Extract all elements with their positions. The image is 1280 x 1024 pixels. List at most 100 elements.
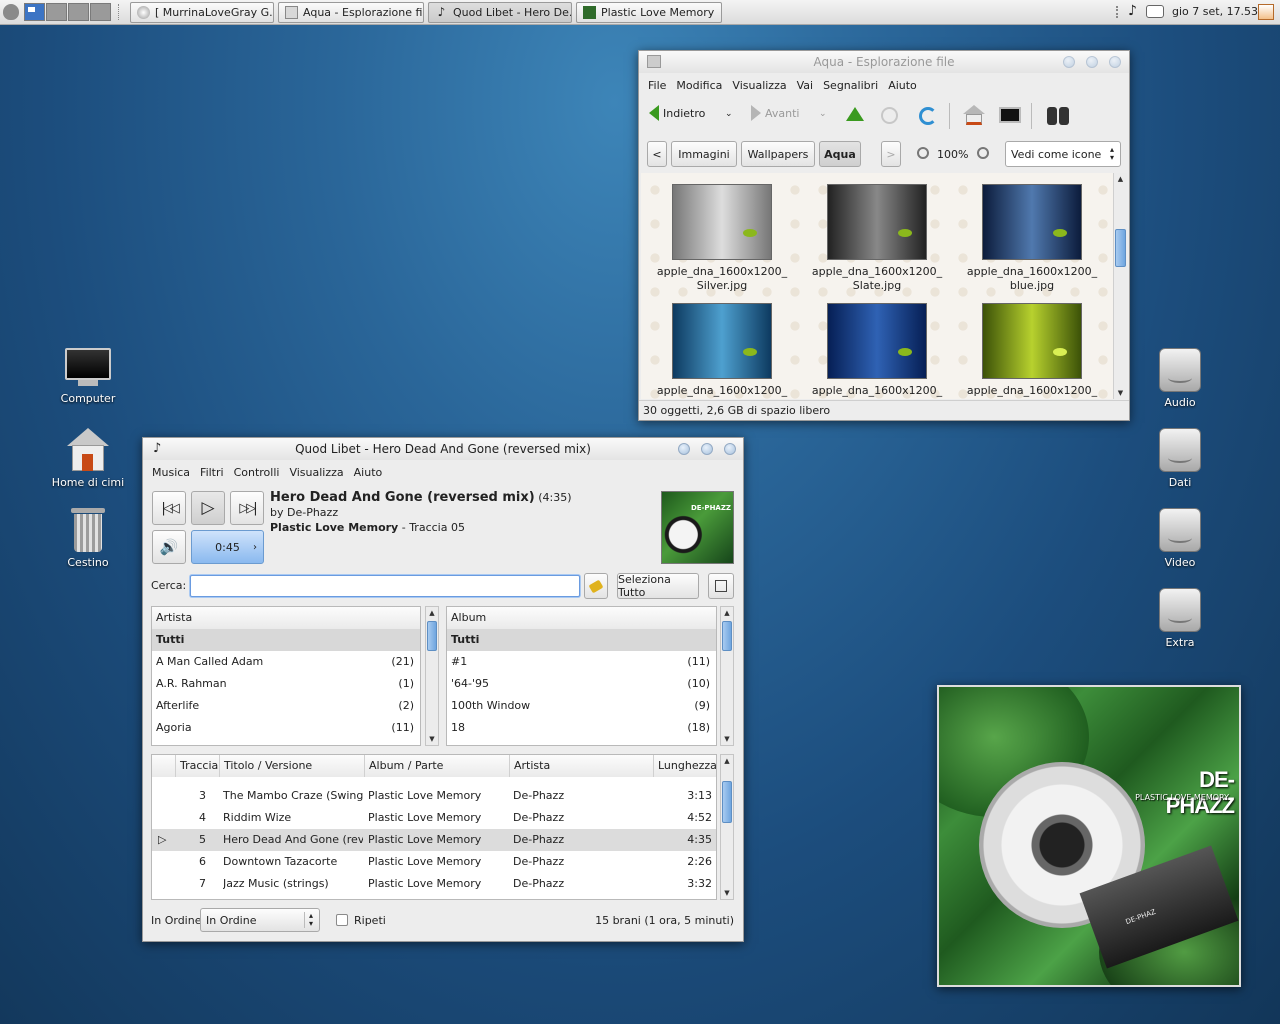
search-input[interactable] (190, 575, 580, 597)
forward-button[interactable]: Avanti (751, 105, 799, 121)
minimize-button[interactable] (1063, 56, 1075, 68)
artist-row[interactable]: Tutti (152, 629, 420, 651)
computer-icon[interactable] (999, 107, 1021, 123)
next-button[interactable]: ▷▷| (230, 491, 264, 525)
maximize-button[interactable] (701, 443, 713, 455)
artist-column-header[interactable]: Artista (152, 607, 420, 629)
browser-layout-button[interactable] (708, 573, 734, 599)
menu-visualizza[interactable]: Visualizza (284, 466, 348, 479)
scroll-down-arrow[interactable]: ▼ (721, 887, 733, 899)
select-all-button[interactable]: Seleziona Tutto (617, 573, 699, 599)
chat-icon[interactable] (1146, 5, 1164, 18)
order-select[interactable]: In Ordine ▴ ▾ (200, 908, 320, 932)
task-quodlibet[interactable]: ♪ Quod Libet - Hero De... (428, 2, 572, 23)
column-header-track[interactable]: Traccia (176, 755, 220, 777)
zoom-level[interactable]: 100% (937, 148, 968, 161)
artist-row[interactable]: A.R. Rahman (1) (152, 673, 420, 695)
workspace-4[interactable] (90, 3, 111, 21)
path-scroll-right-button[interactable]: > (881, 141, 901, 167)
column-header-title[interactable]: Titolo / Versione (220, 755, 365, 777)
zoom-out-icon[interactable] (917, 147, 929, 159)
path-button-aqua[interactable]: Aqua (819, 141, 861, 167)
menu-modifica[interactable]: Modifica (671, 79, 727, 92)
task-file-manager[interactable]: Aqua - Esplorazione file (278, 2, 424, 23)
desktop-icon-home[interactable]: Home di cimi (43, 428, 133, 489)
close-button[interactable] (1109, 56, 1121, 68)
album-row[interactable]: #1 (11) (447, 651, 716, 673)
search-binoculars-icon[interactable] (1047, 107, 1069, 125)
scroll-down-arrow[interactable]: ▼ (426, 733, 438, 745)
task-album-art[interactable]: Plastic Love Memory (576, 2, 722, 23)
stop-icon[interactable] (881, 107, 898, 124)
scroll-up-arrow[interactable]: ▲ (426, 607, 438, 619)
home-icon[interactable] (963, 105, 985, 125)
artist-scrollbar[interactable]: ▲ ▼ (425, 606, 439, 746)
scroll-up-arrow[interactable]: ▲ (721, 755, 733, 767)
desktop-icon-video[interactable]: Video (1135, 508, 1225, 569)
album-row[interactable]: '64-'95 (10) (447, 673, 716, 695)
album-cover-window[interactable]: DE-PHAZZ PLASTIC LOVE MEMORY DE-PHAZ (937, 685, 1241, 987)
album-row[interactable]: 100th Window (9) (447, 695, 716, 717)
menu-vai[interactable]: Vai (792, 79, 818, 92)
clock[interactable]: gio 7 set, 17.53 (1172, 5, 1258, 18)
quodlibet-titlebar[interactable]: ♪ Quod Libet - Hero Dead And Gone (rever… (143, 438, 743, 460)
play-button[interactable]: ▷ (191, 491, 225, 525)
scroll-down-arrow[interactable]: ▼ (721, 733, 733, 745)
menu-aiuto[interactable]: Aiuto (883, 79, 922, 92)
minimize-button[interactable] (678, 443, 690, 455)
album-row[interactable]: 18 (18) (447, 717, 716, 739)
menu-file[interactable]: File (643, 79, 671, 92)
quodlibet-tray-icon[interactable]: ♪ (1128, 3, 1137, 19)
repeat-checkbox[interactable] (336, 914, 348, 926)
workspace-1[interactable] (24, 3, 45, 21)
file-manager-titlebar[interactable]: Aqua - Esplorazione file (639, 51, 1129, 73)
scroll-up-arrow[interactable]: ▲ (1114, 173, 1127, 185)
column-header-length[interactable]: Lunghezza (654, 755, 716, 777)
artist-row[interactable]: Agoria (11) (152, 717, 420, 739)
volume-button[interactable]: 🔊 (152, 530, 186, 564)
view-mode-select[interactable]: Vedi come icone ▴ ▾ (1005, 141, 1121, 167)
desktop-icon-trash[interactable]: Cestino (43, 508, 133, 569)
menu-visualizza[interactable]: Visualizza (727, 79, 791, 92)
clear-search-button[interactable] (584, 573, 608, 599)
scrollbar-thumb[interactable] (722, 621, 732, 651)
song-row[interactable]: 7 Jazz Music (strings) Plastic Love Memory… (152, 873, 716, 895)
album-row[interactable]: Tutti (447, 629, 716, 651)
song-row[interactable]: 3 The Mambo Craze (Swing ... Plastic Love … (152, 785, 716, 807)
maximize-button[interactable] (1086, 56, 1098, 68)
album-column-header[interactable]: Album (447, 607, 716, 629)
menu-controlli[interactable]: Controlli (229, 466, 285, 479)
artist-row[interactable]: A Man Called Adam (21) (152, 651, 420, 673)
close-button[interactable] (724, 443, 736, 455)
song-row[interactable]: 4 Riddim Wize Plastic Love Memory De-Phazz 4… (152, 807, 716, 829)
song-row[interactable]: ▷ 5 Hero Dead And Gone (rev... Plastic Love… (152, 829, 716, 851)
column-header-playing[interactable] (152, 755, 176, 777)
apple-menu-icon[interactable] (3, 4, 19, 20)
menu-filtri[interactable]: Filtri (195, 466, 229, 479)
desktop-icon-computer[interactable]: Computer (43, 348, 133, 405)
menu-musica[interactable]: Musica (147, 466, 195, 479)
back-history-dropdown[interactable]: ⌄ (725, 109, 733, 119)
workspace-2[interactable] (46, 3, 67, 21)
song-list-scrollbar[interactable]: ▲ ▼ (720, 754, 734, 900)
desktop-icon-audio[interactable]: Audio (1135, 348, 1225, 409)
file-view-scrollbar[interactable]: ▲ ▼ (1113, 173, 1127, 399)
workspace-3[interactable] (68, 3, 89, 21)
menu-segnalibri[interactable]: Segnalibri (818, 79, 883, 92)
forward-history-dropdown[interactable]: ⌄ (819, 109, 827, 119)
desktop-icon-extra[interactable]: Extra (1135, 588, 1225, 649)
back-button[interactable]: Indietro (649, 105, 705, 121)
repeat-label[interactable]: Ripeti (354, 914, 386, 927)
scroll-up-arrow[interactable]: ▲ (721, 607, 733, 619)
previous-button[interactable]: |◁◁ (152, 491, 186, 525)
column-header-album[interactable]: Album / Parte (365, 755, 510, 777)
path-button-wallpapers[interactable]: Wallpapers (741, 141, 815, 167)
artist-row[interactable]: Afterlife (2) (152, 695, 420, 717)
scroll-down-arrow[interactable]: ▼ (1114, 387, 1127, 399)
album-scrollbar[interactable]: ▲ ▼ (720, 606, 734, 746)
scrollbar-thumb[interactable] (1115, 229, 1126, 267)
reload-icon[interactable] (919, 107, 937, 125)
scrollbar-thumb[interactable] (722, 781, 732, 823)
song-row[interactable]: 6 Downtown Tazacorte Plastic Love Memory De… (152, 851, 716, 873)
desktop-icon-dati[interactable]: Dati (1135, 428, 1225, 489)
